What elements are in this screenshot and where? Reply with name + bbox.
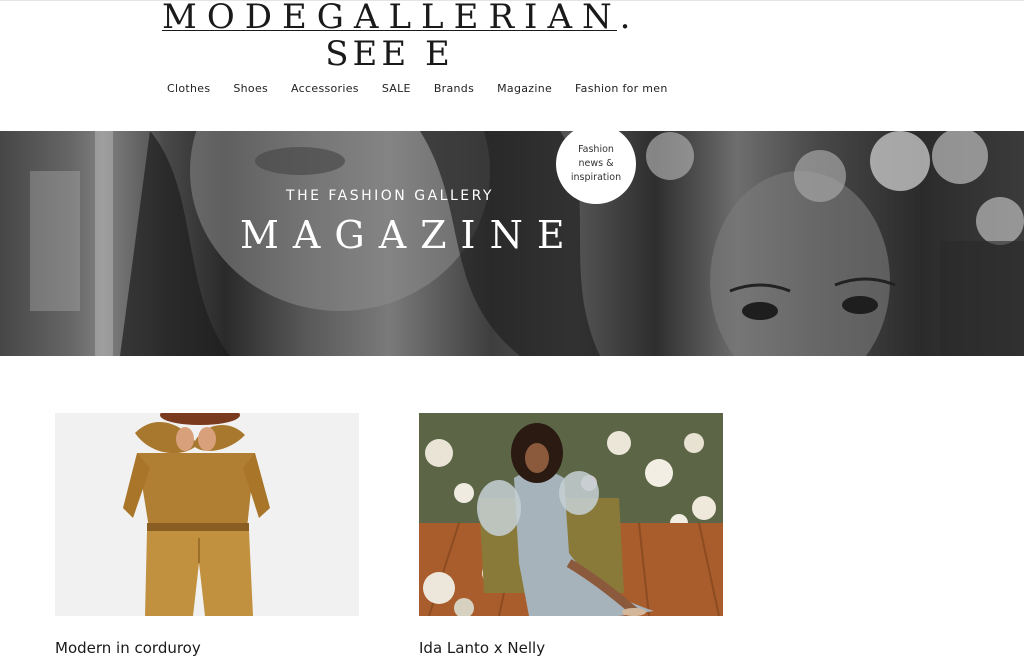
logo-line-2: SEE E xyxy=(325,34,454,74)
hero-eyebrow: THE FASHION GALLERY xyxy=(286,188,494,204)
nav-fashion-for-men[interactable]: Fashion for men xyxy=(575,81,668,97)
site-logo[interactable]: MODEGALLERIAN. SEE E xyxy=(162,0,641,74)
hero-banner: THE FASHION GALLERY MAGAZINE Fashion new… xyxy=(0,131,1024,356)
nav-brands[interactable]: Brands xyxy=(434,81,474,97)
hero-title: MAGAZINE xyxy=(240,213,579,257)
nav-shoes[interactable]: Shoes xyxy=(233,81,268,97)
nav-sale[interactable]: SALE xyxy=(382,81,411,97)
article-title-corduroy: Modern in corduroy xyxy=(55,639,201,657)
logo-line-1: MODEGALLERIAN. xyxy=(162,0,641,37)
nav-magazine[interactable]: Magazine xyxy=(497,81,552,97)
article-image-corduroy xyxy=(55,413,359,616)
hero-badge-text: Fashion news & inspiration xyxy=(570,144,622,183)
article-card-corduroy[interactable]: Modern in corduroy xyxy=(55,413,359,658)
article-card-ida-lanto[interactable]: Ida Lanto x Nelly xyxy=(419,413,723,658)
nav-clothes[interactable]: Clothes xyxy=(167,81,210,97)
article-title-ida-lanto: Ida Lanto x Nelly xyxy=(419,639,546,657)
logo-rule xyxy=(162,30,617,31)
article-image-ida-lanto xyxy=(419,413,723,616)
main-nav: Clothes Shoes Accessories SALE Brands Ma… xyxy=(167,81,668,97)
nav-accessories[interactable]: Accessories xyxy=(291,81,359,97)
